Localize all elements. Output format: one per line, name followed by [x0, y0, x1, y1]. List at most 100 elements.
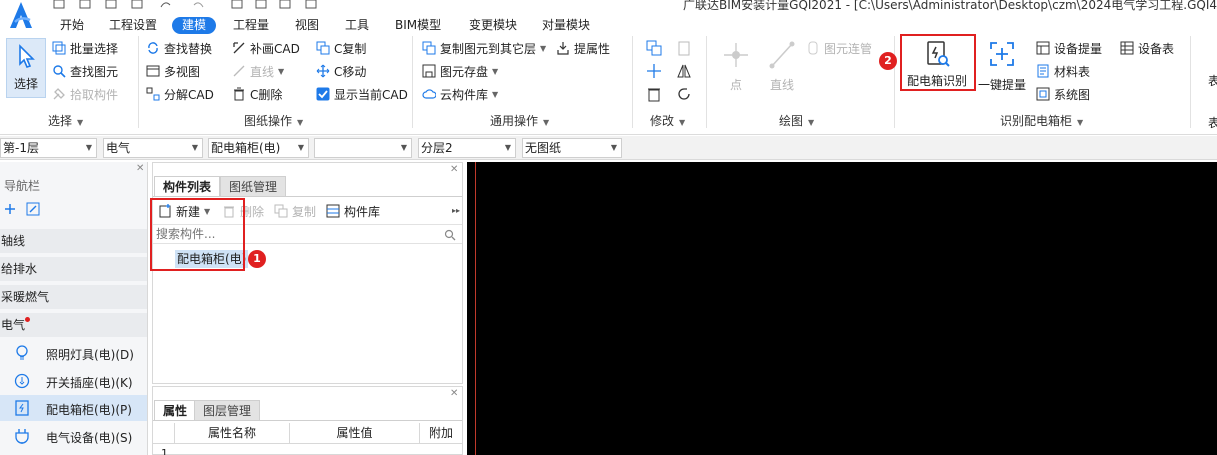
nav-category-plumbing[interactable]: 给排水 — [0, 257, 147, 281]
undo-icon[interactable] — [158, 0, 172, 9]
nav-category-axis[interactable]: 轴线 — [0, 229, 147, 253]
edit-icon[interactable] — [26, 202, 40, 216]
explode-cad-button[interactable]: 分解CAD — [146, 85, 214, 103]
nav-item-lighting[interactable]: 照明灯具(电)(D) — [0, 340, 147, 366]
pick-component-button[interactable]: 拾取构件 — [52, 85, 118, 103]
print-icon[interactable] — [104, 0, 118, 9]
c-move-button[interactable]: C移动 — [316, 62, 366, 80]
nav-title: 导航栏 — [4, 179, 41, 193]
common-group-text: 通用操作 — [490, 114, 539, 128]
move-icon[interactable] — [646, 63, 662, 79]
drawing-select[interactable]: 无图纸 ▼ — [522, 138, 622, 158]
multi-view-button[interactable]: 多视图 — [146, 62, 200, 80]
one-key-extract-label: 一键提量 — [977, 78, 1026, 92]
material-table-button[interactable]: 材料表 — [1036, 62, 1090, 80]
menu-start[interactable]: 开始 — [60, 17, 84, 34]
nav-item-distribution-cabinet[interactable]: 配电箱柜(电)(P) — [0, 395, 147, 421]
group-divider — [706, 36, 707, 128]
menu-change-module[interactable]: 变更模块 — [469, 17, 517, 34]
c-delete-button[interactable]: C删除 — [232, 85, 282, 103]
fill-cad-button[interactable]: 补画CAD — [232, 39, 300, 57]
point-button[interactable]: 点 — [718, 40, 754, 93]
batch-select-button[interactable]: 批量选择 — [52, 39, 118, 57]
copy-icon[interactable] — [646, 40, 662, 56]
find-element-button[interactable]: 查找图元 — [52, 62, 118, 80]
device-table-button[interactable]: 设备表 — [1120, 39, 1174, 57]
floor-select[interactable]: 第-1层 ▼ — [0, 138, 97, 158]
more-icon[interactable]: ▸▸ — [452, 206, 460, 215]
c-copy-button[interactable]: C复制 — [316, 39, 366, 57]
component-select[interactable]: ▼ — [314, 138, 412, 158]
new-file-icon[interactable] — [52, 0, 66, 9]
discipline-select[interactable]: 电气 ▼ — [103, 138, 203, 158]
add-icon[interactable] — [3, 202, 17, 216]
multi-view-label: 多视图 — [164, 64, 201, 79]
group-divider — [632, 36, 633, 128]
extract-attribute-button[interactable]: 提属性 — [556, 39, 610, 57]
settings-icon[interactable] — [304, 0, 318, 9]
identify-group-label[interactable]: 识别配电箱柜 ▼ — [1000, 112, 1083, 130]
find-replace-button[interactable]: 查找替换 — [146, 39, 212, 57]
device-extract-button[interactable]: 设备提量 — [1036, 39, 1102, 57]
mirror-icon[interactable] — [676, 63, 692, 79]
tool-icon[interactable] — [278, 0, 292, 9]
element-connect-pipe-button[interactable]: 图元连管 — [806, 39, 872, 57]
close-icon[interactable]: ✕ — [136, 163, 144, 174]
cloud-library-button[interactable]: 云构件库 ▼ — [422, 85, 498, 103]
trash-icon[interactable] — [646, 86, 662, 102]
modify-group-label[interactable]: 修改 ▼ — [650, 112, 685, 130]
save-icon[interactable] — [78, 0, 92, 9]
menu-project-settings[interactable]: 工程设置 — [109, 17, 157, 34]
batch-select-icon — [52, 41, 66, 55]
copy-icon — [274, 204, 288, 218]
nav-category-electrical[interactable]: 电气 — [0, 313, 147, 337]
menu-modeling[interactable]: 建模 — [172, 17, 217, 34]
discipline-select-value: 电气 — [106, 141, 131, 155]
plus-frame-icon — [988, 40, 1016, 68]
component-library-button[interactable]: 构件库 — [326, 202, 380, 220]
menu-reconcile-module[interactable]: 对量模块 — [542, 17, 590, 34]
select-button[interactable]: 选择 — [6, 38, 46, 98]
menu-quantity[interactable]: 工程量 — [233, 17, 269, 34]
copy-to-other-layer-button[interactable]: 复制图元到其它层 ▼ — [422, 39, 546, 57]
menu-tools[interactable]: 工具 — [345, 17, 369, 34]
common-group-label[interactable]: 通用操作 ▼ — [490, 112, 549, 130]
rotate-icon[interactable] — [676, 86, 692, 102]
next-group-button[interactable]: 表 — [1208, 72, 1217, 89]
nav-item-electrical-device[interactable]: 电气设备(电)(S) — [0, 423, 147, 449]
draw-line-button[interactable]: 直线 — [764, 40, 800, 93]
redo-icon[interactable] — [192, 0, 206, 9]
sublayer-select[interactable]: 分层2 ▼ — [418, 138, 516, 158]
menu-view[interactable]: 视图 — [295, 17, 319, 34]
draw-group-label[interactable]: 绘图 ▼ — [779, 112, 814, 130]
material-table-label: 材料表 — [1054, 64, 1091, 79]
tab-drawing-management[interactable]: 图纸管理 — [220, 176, 287, 196]
component-type-select[interactable]: 配电箱柜(电) ▼ — [208, 138, 309, 158]
cloud-library-label: 云构件库 — [440, 87, 489, 102]
show-current-cad-checkbox[interactable]: 显示当前CAD — [316, 85, 408, 103]
copy-component-button[interactable]: 复制 — [274, 202, 316, 220]
search-icon[interactable] — [444, 229, 456, 241]
tab-properties[interactable]: 属性 — [154, 400, 197, 420]
open-icon[interactable] — [130, 0, 144, 9]
tab-component-list[interactable]: 构件列表 — [154, 176, 221, 196]
tab-layer-management[interactable]: 图层管理 — [194, 400, 261, 420]
drawing-canvas[interactable] — [467, 162, 1217, 455]
filter-toolbar: 第-1层 ▼ 电气 ▼ 配电箱柜(电) ▼ ▼ 分层2 ▼ 无图纸 ▼ — [0, 136, 1217, 160]
system-diagram-button[interactable]: 系统图 — [1036, 85, 1090, 103]
layer-icon[interactable] — [230, 0, 244, 9]
copy-component-label: 复制 — [292, 204, 317, 219]
close-icon[interactable]: ✕ — [450, 388, 458, 399]
save-element-button[interactable]: 图元存盘 ▼ — [422, 62, 498, 80]
paste-icon[interactable] — [676, 40, 692, 56]
view-icon[interactable] — [254, 0, 268, 9]
nav-category-heating-gas[interactable]: 采暖燃气 — [0, 285, 147, 309]
close-icon[interactable]: ✕ — [450, 164, 458, 175]
property-panel: ✕ 属性 图层管理 属性名称 属性值 附加 1 — [152, 386, 463, 455]
drawing-group-label[interactable]: 图纸操作 ▼ — [244, 112, 303, 130]
menu-bim-model[interactable]: BIM模型 — [395, 17, 441, 34]
line-tool-button[interactable]: 直线 ▼ — [232, 62, 284, 80]
nav-item-switch-socket[interactable]: 开关插座(电)(K) — [0, 368, 147, 394]
one-key-extract-button[interactable]: 一键提量 — [976, 40, 1028, 93]
select-group-label[interactable]: 选择 ▼ — [48, 112, 83, 130]
